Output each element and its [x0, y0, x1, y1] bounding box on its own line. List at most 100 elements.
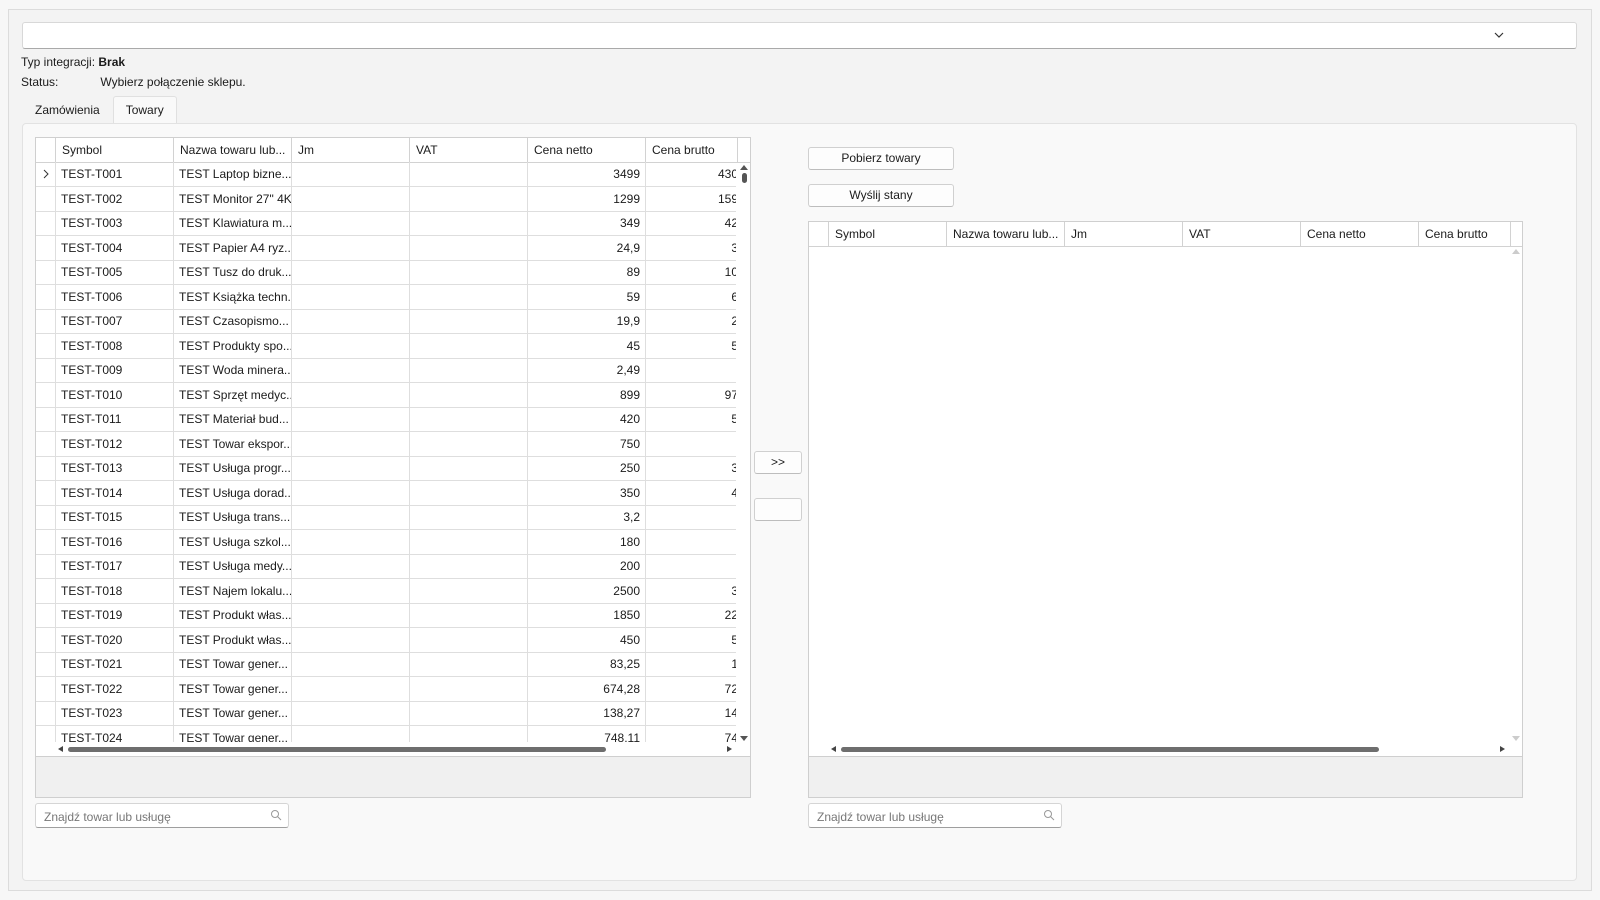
cell-vat[interactable]: [410, 186, 528, 211]
cell-symbol[interactable]: TEST-T010: [56, 382, 174, 407]
table-row[interactable]: TEST-T003TEST Klawiatura m... 34942: [36, 211, 736, 236]
row-header[interactable]: [36, 554, 56, 578]
table-row[interactable]: TEST-T005TEST Tusz do druk... 8910: [36, 260, 736, 285]
right-column-header-vat[interactable]: VAT: [1183, 222, 1301, 246]
table-row[interactable]: TEST-T019TEST Produkt włas... 185022: [36, 603, 736, 628]
cell-name[interactable]: TEST Monitor 27" 4K: [174, 186, 292, 211]
table-row[interactable]: TEST-T009 TEST Woda minera... 2,49: [36, 358, 736, 383]
shop-connection-dropdown[interactable]: [22, 22, 1577, 49]
row-header[interactable]: [36, 627, 56, 652]
table-row[interactable]: TEST-T014TEST Usługa dorad... 3504: [36, 480, 736, 506]
cell-symbol[interactable]: TEST-T020: [56, 627, 174, 652]
cell-symbol[interactable]: TEST-T007: [56, 309, 174, 333]
cell-symbol[interactable]: TEST-T019: [56, 603, 174, 627]
row-header[interactable]: [36, 235, 56, 260]
cell-symbol[interactable]: TEST-T009: [56, 358, 174, 382]
cell-name[interactable]: TEST Towar ekspor...: [174, 431, 292, 456]
cell-jm[interactable]: [292, 578, 410, 603]
table-row[interactable]: TEST-T024TEST Towar gener... 748,1174: [36, 725, 736, 742]
cell-gross-price[interactable]: [646, 530, 736, 554]
cell-gross-price[interactable]: 3: [646, 456, 736, 480]
cell-name[interactable]: TEST Sprzęt medyc...: [174, 382, 292, 407]
cell-vat[interactable]: [410, 676, 528, 701]
cell-vat[interactable]: [410, 627, 528, 652]
row-header[interactable]: [36, 162, 56, 186]
cell-name[interactable]: TEST Towar gener...: [174, 652, 292, 676]
right-scroll-left-arrow-icon[interactable]: [831, 746, 836, 752]
row-header[interactable]: [36, 260, 56, 284]
cell-vat[interactable]: [410, 407, 528, 431]
cell-vat[interactable]: [410, 260, 528, 284]
cell-name[interactable]: TEST Produkt włas...: [174, 627, 292, 652]
cell-gross-price[interactable]: [646, 358, 736, 382]
cell-symbol[interactable]: TEST-T021: [56, 652, 174, 676]
table-row[interactable]: TEST-T001 TEST Laptop bizne... 3499 430: [36, 162, 736, 187]
table-row[interactable]: TEST-T021TEST Towar gener... 83,251: [36, 652, 736, 677]
cell-symbol[interactable]: TEST-T017: [56, 554, 174, 578]
right-column-header-name[interactable]: Nazwa towaru lub...: [947, 222, 1065, 246]
table-row[interactable]: TEST-T011TEST Materiał bud... 4205: [36, 407, 736, 432]
cell-gross-price[interactable]: 3: [646, 579, 736, 603]
transfer-back-button[interactable]: [754, 498, 802, 521]
row-header[interactable]: [36, 701, 56, 725]
cell-gross-price[interactable]: 5: [646, 407, 736, 431]
cell-gross-price[interactable]: 72: [646, 677, 736, 701]
cell-vat[interactable]: [410, 505, 528, 529]
row-header[interactable]: [36, 284, 56, 309]
cell-name[interactable]: TEST Książka techn...: [174, 284, 292, 309]
cell-symbol[interactable]: TEST-T023: [56, 701, 174, 725]
cell-net-price[interactable]: 180: [528, 529, 646, 554]
tab-orders[interactable]: Zamówienia: [22, 96, 113, 123]
cell-jm[interactable]: [292, 284, 410, 309]
cell-net-price[interactable]: 89: [528, 260, 646, 284]
cell-net-price[interactable]: 750: [528, 431, 646, 456]
cell-name[interactable]: TEST Laptop bizne...: [174, 162, 292, 186]
cell-symbol[interactable]: TEST-T015: [56, 505, 174, 529]
cell-gross-price[interactable]: 1: [646, 652, 736, 676]
right-column-header-symbol[interactable]: Symbol: [829, 222, 947, 246]
cell-name[interactable]: TEST Papier A4 ryz...: [174, 235, 292, 260]
cell-vat[interactable]: [410, 480, 528, 505]
cell-name[interactable]: TEST Usługa trans...: [174, 505, 292, 529]
right-horizontal-scroll-thumb[interactable]: [841, 747, 1379, 752]
cell-name[interactable]: TEST Produkty spo...: [174, 333, 292, 358]
cell-gross-price[interactable]: 4: [646, 481, 736, 505]
row-header[interactable]: [36, 505, 56, 529]
cell-jm[interactable]: [292, 211, 410, 235]
left-search-input[interactable]: [42, 807, 266, 826]
cell-symbol[interactable]: TEST-T006: [56, 284, 174, 309]
cell-gross-price[interactable]: [646, 554, 736, 578]
row-header[interactable]: [36, 431, 56, 456]
cell-jm[interactable]: [292, 407, 410, 431]
right-search-input[interactable]: [815, 807, 1039, 826]
cell-gross-price[interactable]: 159: [646, 187, 736, 211]
cell-name[interactable]: TEST Tusz do druk...: [174, 260, 292, 284]
cell-jm[interactable]: [292, 505, 410, 529]
transfer-button[interactable]: >>: [754, 451, 802, 474]
cell-vat[interactable]: [410, 529, 528, 554]
row-header[interactable]: [36, 456, 56, 480]
table-row[interactable]: TEST-T012 TEST Towar ekspor... 750: [36, 431, 736, 457]
row-header[interactable]: [36, 529, 56, 554]
cell-jm[interactable]: [292, 260, 410, 284]
horizontal-scroll-thumb[interactable]: [68, 747, 606, 752]
cell-name[interactable]: TEST Usługa medy...: [174, 554, 292, 578]
cell-net-price[interactable]: 1850: [528, 603, 646, 627]
cell-vat[interactable]: [410, 235, 528, 260]
cell-jm[interactable]: [292, 480, 410, 505]
cell-symbol[interactable]: TEST-T014: [56, 480, 174, 505]
cell-net-price[interactable]: 3,2: [528, 505, 646, 529]
cell-gross-price[interactable]: 42: [646, 211, 736, 235]
cell-name[interactable]: TEST Czasopismo...: [174, 309, 292, 333]
cell-vat[interactable]: [410, 162, 528, 186]
cell-symbol[interactable]: TEST-T003: [56, 211, 174, 235]
cell-vat[interactable]: [410, 333, 528, 358]
cell-name[interactable]: TEST Usługa progr...: [174, 456, 292, 480]
cell-jm[interactable]: [292, 431, 410, 456]
cell-gross-price[interactable]: 22: [646, 603, 736, 627]
cell-jm[interactable]: [292, 603, 410, 627]
right-scroll-up-arrow-icon[interactable]: [1512, 249, 1520, 254]
cell-name[interactable]: TEST Towar gener...: [174, 676, 292, 701]
cell-net-price[interactable]: 674,28: [528, 676, 646, 701]
cell-net-price[interactable]: 200: [528, 554, 646, 578]
